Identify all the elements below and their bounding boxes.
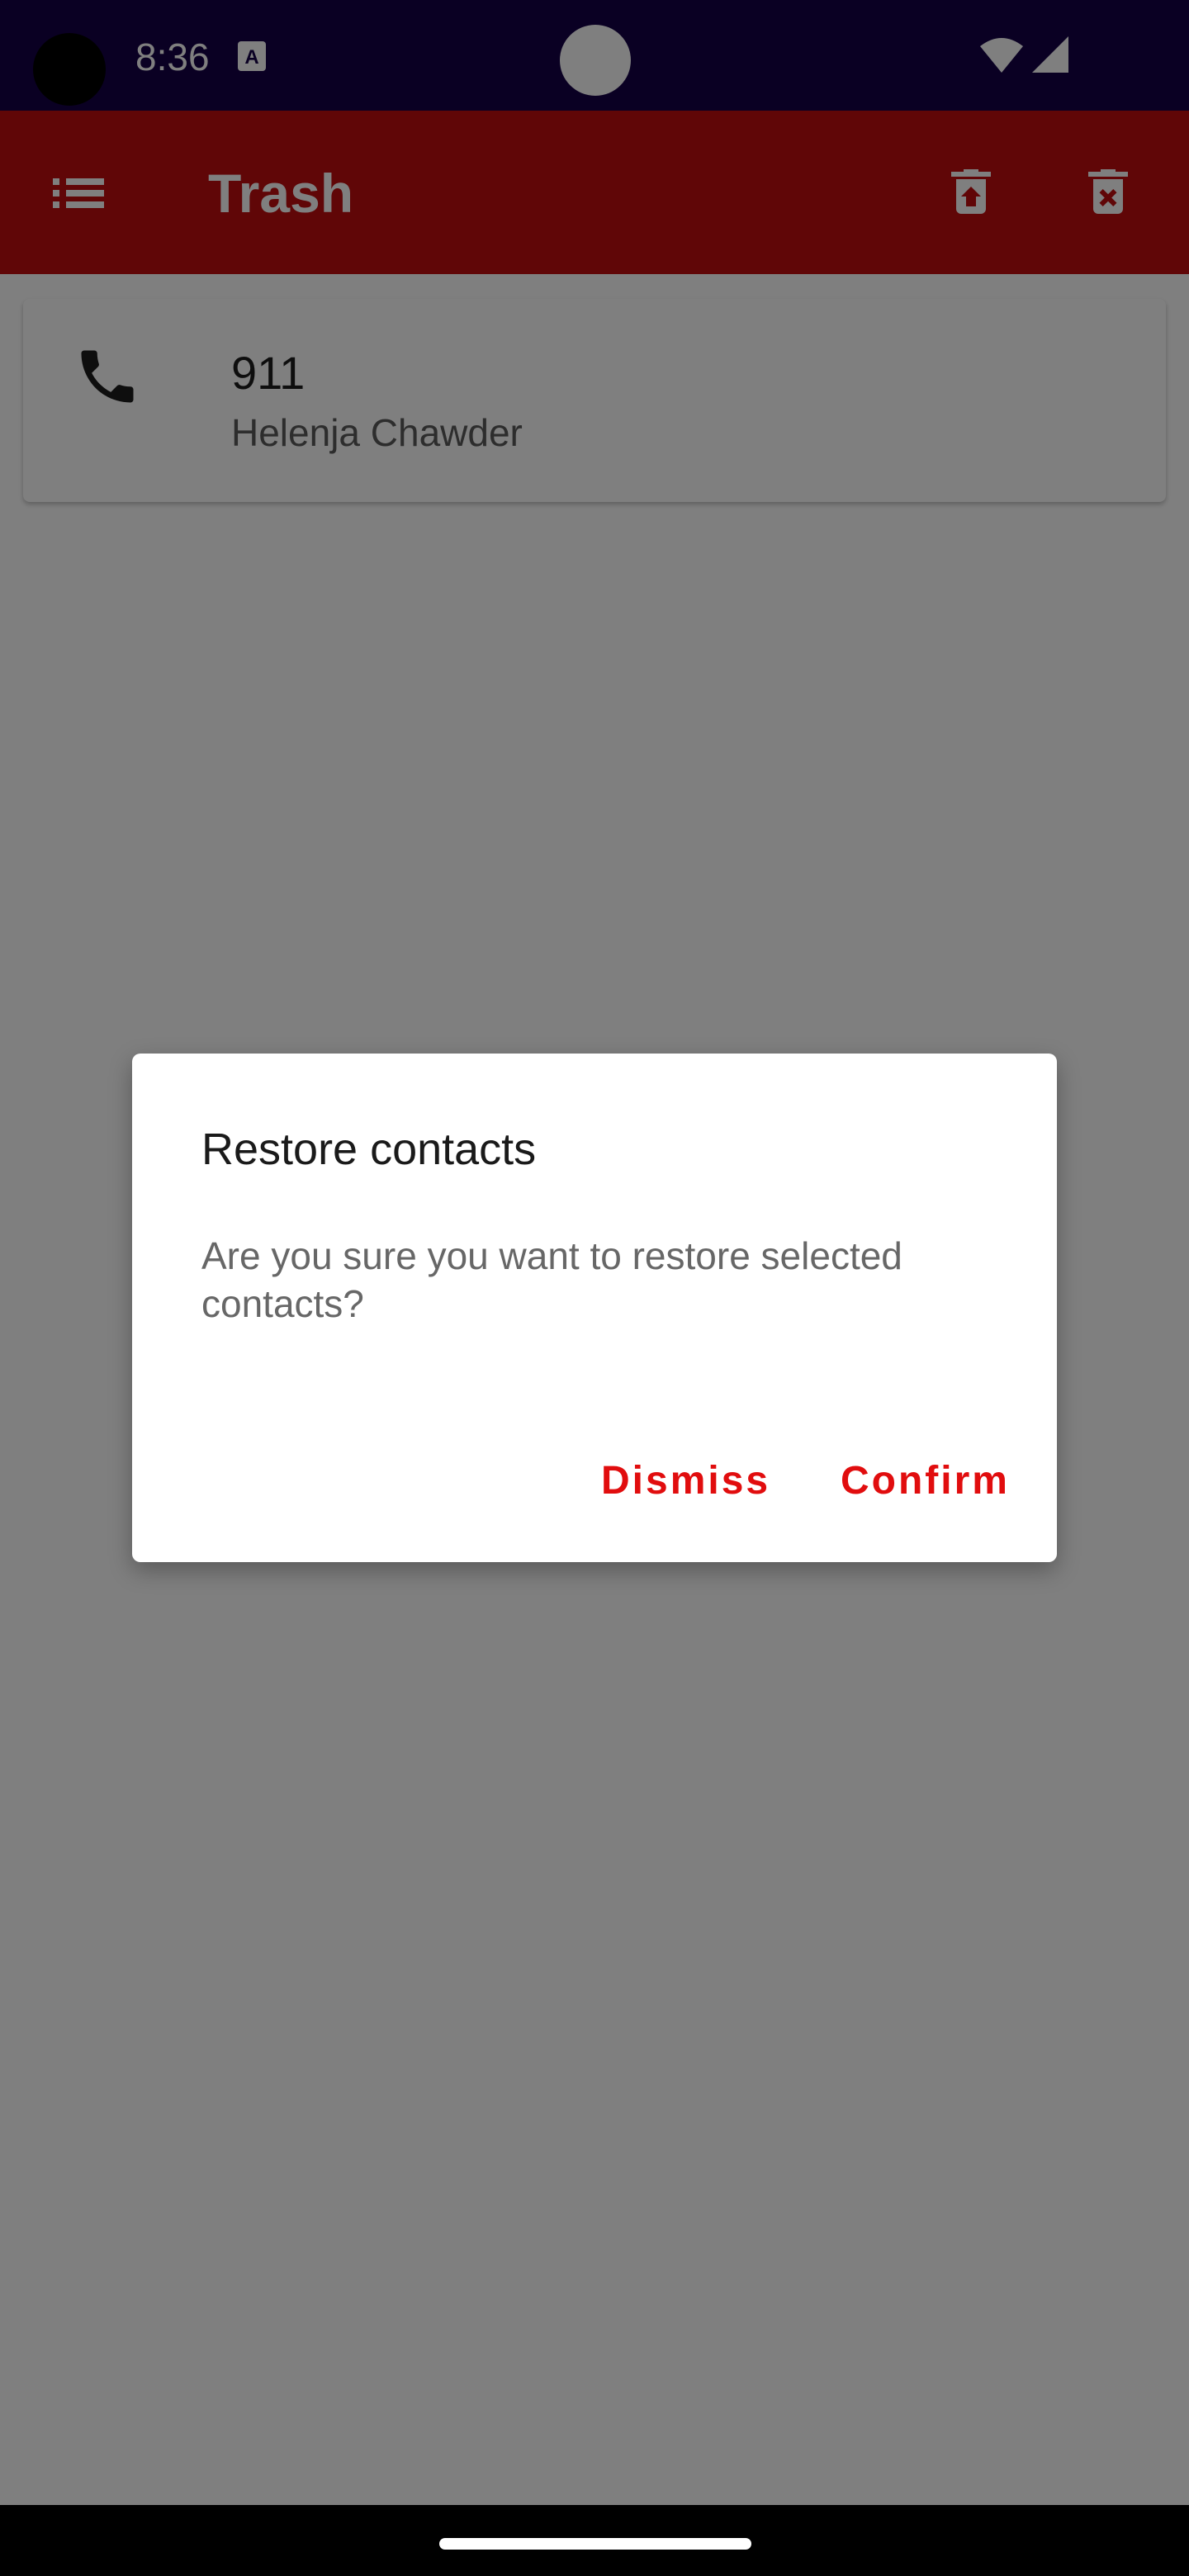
dialog-title: Restore contacts <box>201 1125 537 1174</box>
confirm-button[interactable]: Confirm <box>841 1458 1010 1504</box>
dismiss-button[interactable]: Dismiss <box>601 1458 770 1504</box>
restore-dialog: Restore contacts Are you sure you want t… <box>132 1054 1057 1562</box>
navigation-bar <box>0 2505 1189 2576</box>
dialog-message: Are you sure you want to restore selecte… <box>201 1234 902 1325</box>
home-indicator[interactable] <box>439 2538 751 2550</box>
